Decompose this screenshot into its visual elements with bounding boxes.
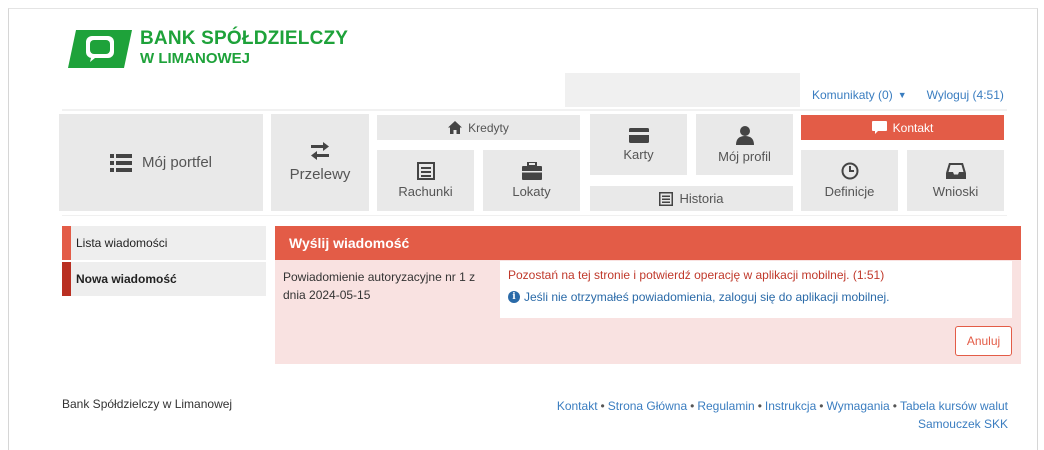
info-icon: i	[508, 291, 520, 303]
footer-links: Kontakt • Strona Główna • Regulamin • Instrukc…	[556, 399, 1008, 431]
nav-label-profil: Mój profil	[718, 149, 771, 164]
caret-down-icon[interactable]: ▼	[898, 90, 907, 100]
nav-tile-kredyty[interactable]: Kredyty	[377, 115, 580, 140]
footer-link-kontakt[interactable]: Kontakt	[557, 399, 598, 413]
divider	[62, 109, 1007, 111]
cancel-button[interactable]: Anuluj	[955, 326, 1012, 356]
document-list-icon	[416, 162, 435, 180]
nav-tile-wnioski[interactable]: Wnioski	[907, 150, 1004, 211]
top-links: Komunikaty (0) ▼ Wyloguj (4:51)	[812, 88, 1004, 102]
nav-tile-rachunki[interactable]: Rachunki	[377, 150, 474, 211]
bank-logo[interactable]: BANK SPÓŁDZIELCZY W LIMANOWEJ	[68, 28, 348, 70]
user-icon	[735, 125, 755, 145]
chat-bubble-icon	[871, 121, 887, 134]
nav-tile-przelewy[interactable]: Przelewy	[271, 114, 369, 211]
nav-label-definicje: Definicje	[824, 184, 875, 199]
nav-tile-profil[interactable]: Mój profil	[696, 114, 793, 175]
nav-label-lokaty: Lokaty	[512, 184, 551, 199]
briefcase-icon	[521, 162, 542, 180]
nav-tile-kontakt[interactable]: Kontakt	[801, 115, 1004, 140]
nav-tile-historia[interactable]: Historia	[590, 186, 793, 211]
bank-name-line2: W LIMANOWEJ	[140, 50, 250, 67]
sidebar-accent-bar	[62, 226, 71, 260]
sidebar-item-message-list[interactable]: Lista wiadomości	[62, 226, 266, 260]
footer-link-tabela-kursow[interactable]: Tabela kursów walut	[900, 399, 1008, 413]
divider	[62, 215, 1007, 216]
credit-card-icon	[628, 127, 649, 143]
nav-tile-karty[interactable]: Karty	[590, 114, 687, 175]
nav-tile-portfel[interactable]: Mój portfel	[59, 114, 263, 211]
nav-tile-lokaty[interactable]: Lokaty	[483, 150, 580, 211]
list-icon	[109, 153, 132, 172]
send-message-panel: Wyślij wiadomość Powiadomienie autoryzac…	[275, 226, 1021, 364]
nav-label-portfel: Mój portfel	[141, 154, 213, 171]
inbox-icon	[945, 162, 966, 180]
nav-label-kontakt: Kontakt	[892, 120, 934, 135]
sidebar-item-label: Nowa wiadomość	[76, 272, 177, 286]
footer-link-strona-glowna[interactable]: Strona Główna	[608, 399, 687, 413]
transfer-arrows-icon	[309, 142, 331, 160]
message-subject: Powiadomienie autoryzacyjne nr 1 z dnia …	[283, 268, 493, 304]
nav-tile-definicje[interactable]: Definicje	[801, 150, 898, 211]
nav-label-karty: Karty	[623, 146, 654, 162]
top-bar-spacer	[565, 73, 800, 107]
authorization-info: i Jeśli nie otrzymałeś powiadomienia, za…	[508, 290, 1004, 304]
authorization-notice: Pozostań na tej stronie i potwierdź oper…	[508, 268, 885, 282]
nav-label-przelewy: Przelewy	[289, 166, 351, 183]
nav-label-historia: Historia	[679, 191, 724, 206]
message-subject-line1: Powiadomienie autoryzacyjne nr 1 z	[283, 270, 476, 284]
messages-dropdown[interactable]: Komunikaty (0)	[812, 88, 893, 102]
footer-link-regulamin[interactable]: Regulamin	[697, 399, 754, 413]
sidebar-item-label: Lista wiadomości	[76, 236, 168, 250]
message-subject-line2: dnia 2024-05-15	[283, 288, 371, 302]
footer-link-instrukcja[interactable]: Instrukcja	[765, 399, 816, 413]
authorization-notice-box: Pozostań na tej stronie i potwierdź oper…	[500, 261, 1012, 318]
footer-link-samouczek[interactable]: Samouczek SKK	[918, 417, 1008, 431]
footer-link-wymagania[interactable]: Wymagania	[826, 399, 889, 413]
footer-bank-name: Bank Spółdzielczy w Limanowej	[62, 397, 233, 411]
sidebar-item-new-message[interactable]: Nowa wiadomość	[62, 262, 266, 296]
clock-icon	[841, 162, 859, 180]
authorization-info-text: Jeśli nie otrzymałeś powiadomienia, zalo…	[524, 290, 890, 304]
nav-label-kredyty: Kredyty	[468, 120, 509, 135]
logout-link[interactable]: Wyloguj (4:51)	[927, 88, 1004, 102]
home-icon	[448, 121, 463, 134]
history-list-icon	[659, 191, 674, 206]
bank-logo-icon	[68, 28, 132, 70]
sidebar-accent-bar	[62, 262, 71, 296]
nav-label-rachunki: Rachunki	[398, 184, 453, 199]
bank-name-line1: BANK SPÓŁDZIELCZY	[140, 28, 349, 49]
panel-title: Wyślij wiadomość	[275, 226, 1021, 260]
nav-label-wnioski: Wnioski	[932, 184, 979, 199]
